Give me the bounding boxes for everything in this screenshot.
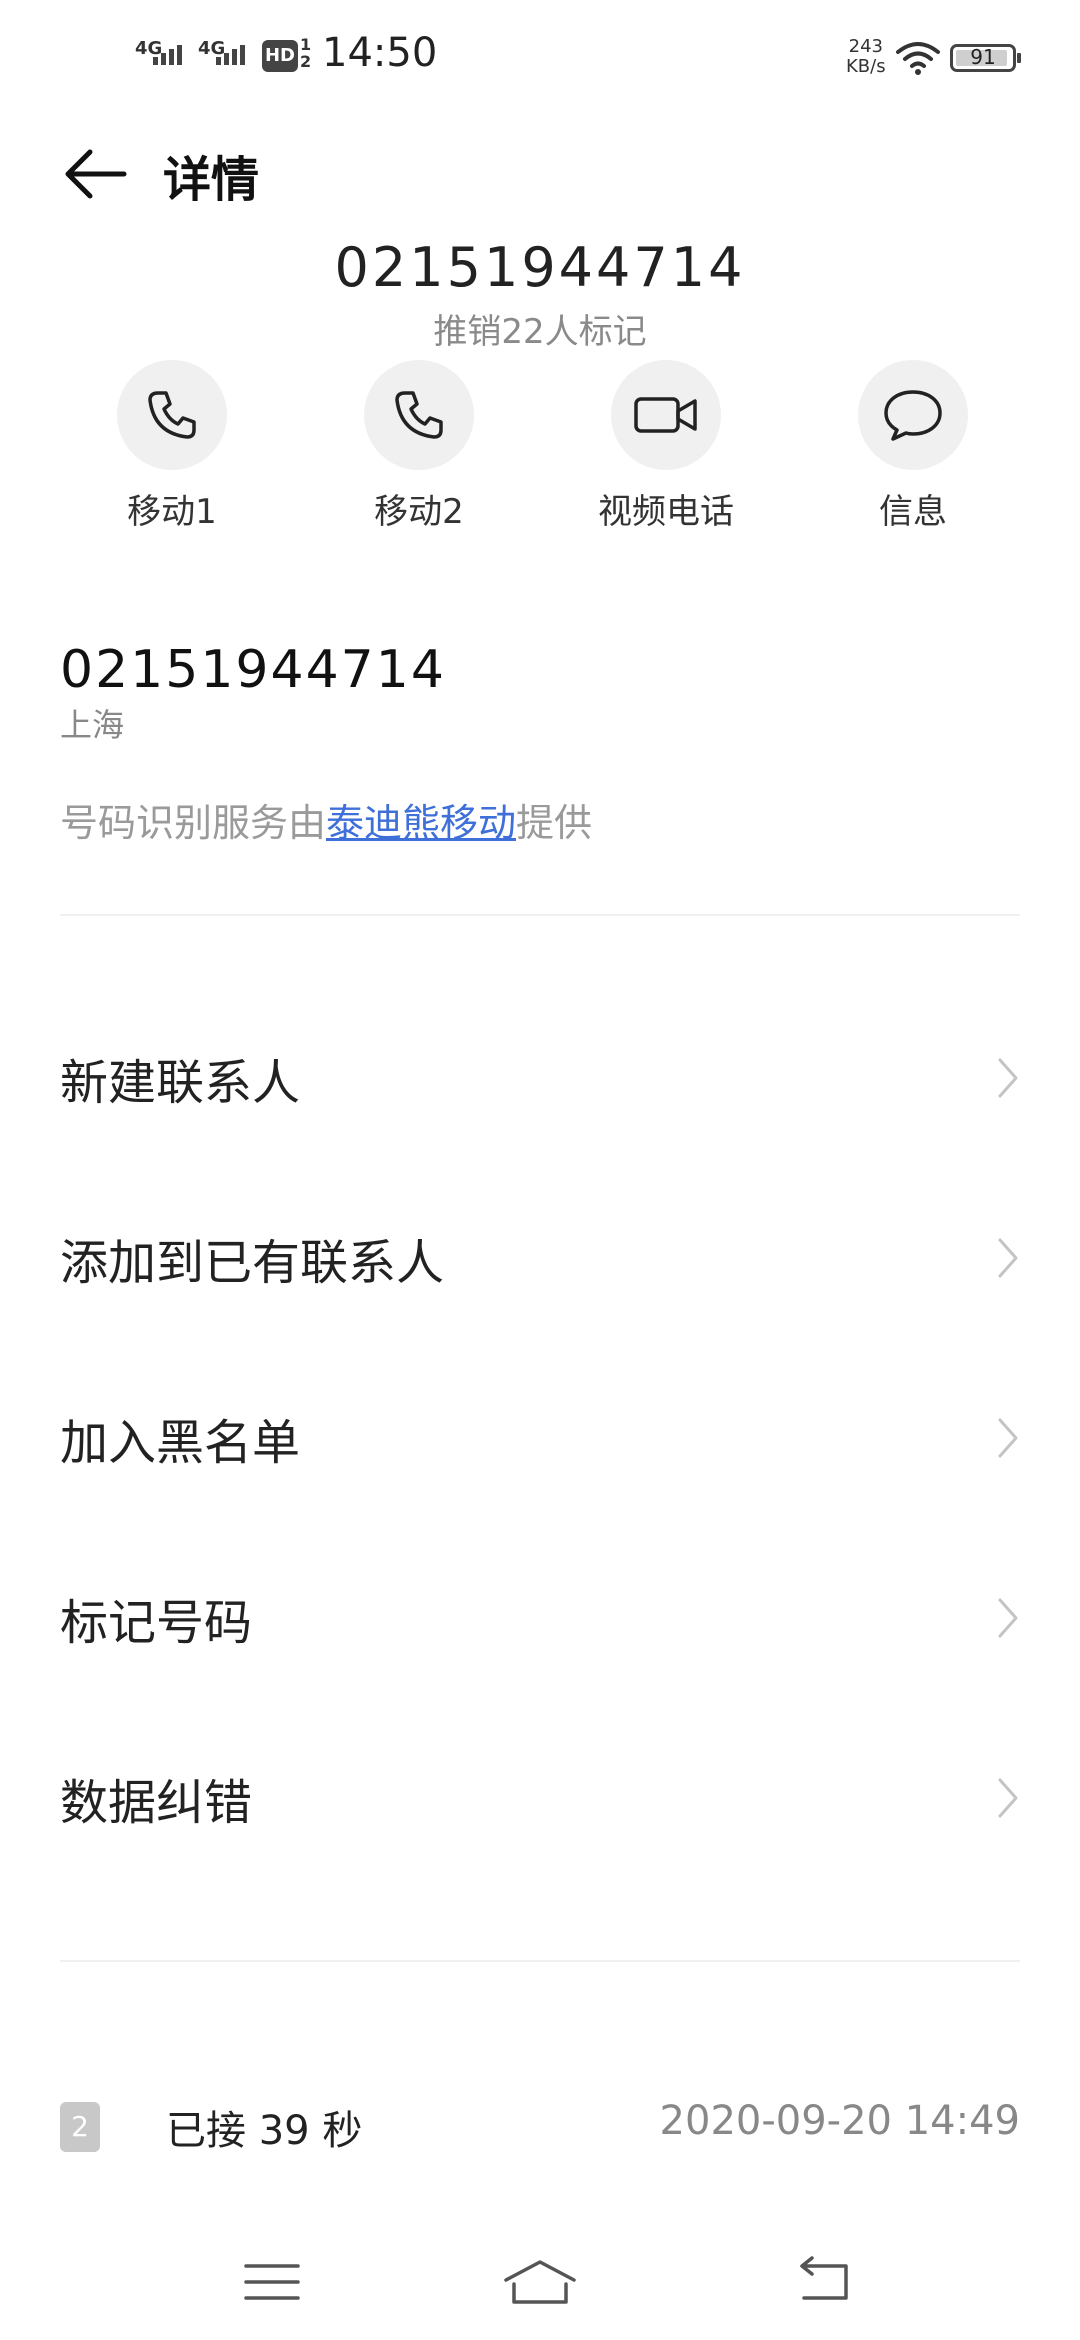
- video-camera-icon: [611, 360, 721, 470]
- call-datetime: 2020-09-20 14:49: [659, 2098, 1020, 2144]
- message-button[interactable]: 信息: [813, 360, 1013, 533]
- menu-label: 新建联系人: [60, 1055, 301, 1111]
- status-bar: 4G 4G HD 1 2 14:50 243 KB/s 91: [0, 0, 1080, 110]
- network-speed-value: 243: [848, 36, 883, 57]
- network-speed-unit: KB/s: [846, 56, 886, 77]
- chevron-right-icon: [998, 1058, 1018, 1098]
- navigation-bar: [0, 2230, 1080, 2340]
- page-title: 详情: [163, 152, 260, 208]
- menu-label: 标记号码: [60, 1595, 253, 1651]
- call-sim2-button[interactable]: 移动2: [319, 360, 519, 533]
- caller-number: 02151944714: [334, 236, 746, 299]
- phone-icon: [117, 360, 227, 470]
- back-icon[interactable]: [782, 2252, 862, 2312]
- divider: [60, 914, 1020, 916]
- status-time: 14:50: [322, 30, 438, 76]
- menu-add-to-contact[interactable]: 添加到已有联系人: [0, 1168, 1080, 1348]
- menu-blacklist[interactable]: 加入黑名单: [0, 1348, 1080, 1528]
- hd-voice-icon: HD: [262, 40, 298, 72]
- chevron-right-icon: [998, 1778, 1018, 1818]
- sim2-signal-icon: [216, 45, 245, 65]
- menu-data-correction[interactable]: 数据纠错: [0, 1708, 1080, 1888]
- wifi-icon: [896, 42, 940, 75]
- home-icon[interactable]: [500, 2252, 580, 2312]
- network-speed: 243 KB/s: [846, 37, 886, 77]
- menu-icon[interactable]: [232, 2252, 312, 2312]
- call-sim1-label: 移动1: [127, 492, 217, 532]
- arrow-left-icon[interactable]: [62, 148, 128, 200]
- provider-note: 号码识别服务由泰迪熊移动提供: [60, 792, 592, 847]
- divider: [60, 1960, 1020, 1962]
- caller-tag: 推销22人标记: [433, 312, 647, 352]
- provider-suffix: 提供: [516, 801, 593, 845]
- video-call-label: 视频电话: [598, 492, 734, 532]
- sim-badge: 2: [60, 2102, 100, 2152]
- menu-new-contact[interactable]: 新建联系人: [0, 988, 1080, 1168]
- menu-label: 加入黑名单: [60, 1415, 301, 1471]
- message-bubble-icon: [858, 360, 968, 470]
- menu-mark-number[interactable]: 标记号码: [0, 1528, 1080, 1708]
- chevron-right-icon: [998, 1598, 1018, 1638]
- call-sim2-label: 移动2: [374, 492, 464, 532]
- call-status: 已接 39 秒: [166, 2108, 363, 2154]
- hd-slots-label: 1 2: [300, 35, 312, 71]
- video-call-button[interactable]: 视频电话: [566, 360, 766, 533]
- chevron-right-icon: [998, 1238, 1018, 1278]
- detail-location: 上海: [60, 706, 125, 744]
- battery-level: 91: [970, 45, 996, 69]
- battery-icon: 91: [950, 44, 1021, 72]
- chevron-right-icon: [998, 1418, 1018, 1458]
- provider-prefix: 号码识别服务由: [60, 801, 327, 845]
- menu-label: 添加到已有联系人: [60, 1235, 445, 1291]
- message-label: 信息: [879, 492, 947, 532]
- provider-link[interactable]: 泰迪熊移动: [326, 801, 516, 845]
- sim1-signal-icon: [153, 45, 182, 65]
- detail-number: 02151944714: [60, 640, 446, 700]
- call-sim1-button[interactable]: 移动1: [72, 360, 272, 533]
- menu-label: 数据纠错: [60, 1775, 253, 1831]
- phone-icon: [364, 360, 474, 470]
